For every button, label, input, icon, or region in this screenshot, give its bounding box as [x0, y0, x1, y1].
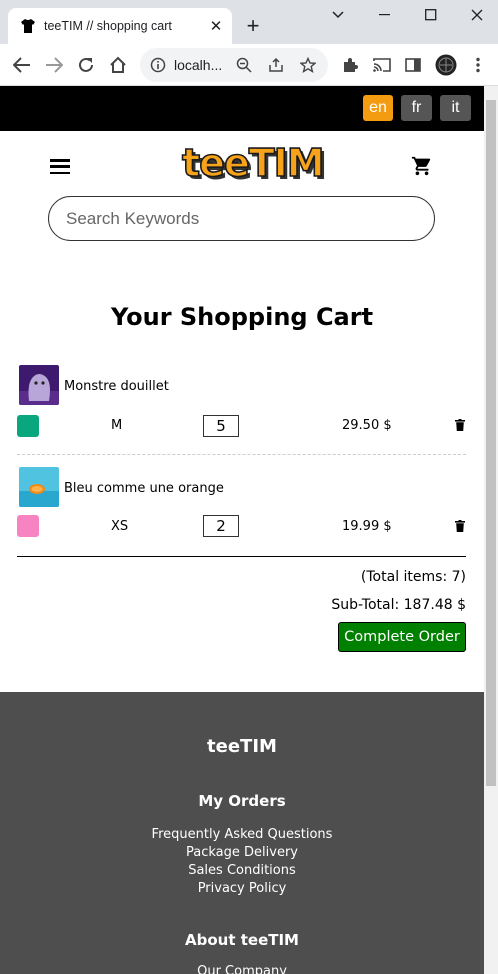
site-info-icon[interactable]: [150, 57, 166, 73]
product-size: M: [111, 418, 123, 433]
tshirt-favicon-icon: [21, 19, 35, 33]
footer-link-company[interactable]: Our Company: [0, 964, 484, 974]
zoom-out-icon[interactable]: [236, 57, 252, 73]
maximize-icon[interactable]: [408, 0, 454, 30]
cart-item: Bleu comme une orange XS 19.99 $: [17, 466, 466, 546]
subtotal: Sub-Total: 187.48 $: [331, 597, 466, 613]
tab-title: teeTIM // shopping cart: [44, 19, 172, 33]
footer-link-privacy[interactable]: Privacy Policy: [0, 881, 484, 896]
browser-tab[interactable]: teeTIM // shopping cart ✕: [8, 8, 232, 44]
forward-icon[interactable]: [42, 53, 66, 77]
quantity-input[interactable]: [203, 515, 239, 537]
color-swatch: [17, 515, 39, 537]
url-text: localh...: [174, 57, 223, 73]
item-divider: [17, 454, 466, 455]
product-price: 29.50 $: [342, 418, 392, 433]
page-title: Your Shopping Cart: [110, 303, 374, 331]
footer-brand: teeTIM: [207, 736, 277, 757]
lang-button-en[interactable]: en: [363, 95, 393, 121]
footer-link-sales-conditions[interactable]: Sales Conditions: [0, 863, 484, 878]
profile-avatar-icon[interactable]: [434, 53, 458, 77]
side-panel-icon[interactable]: [401, 53, 425, 77]
shopping-cart-icon[interactable]: [411, 155, 433, 177]
product-size: XS: [111, 519, 129, 534]
footer-link-faq[interactable]: Frequently Asked Questions: [0, 827, 484, 842]
product-name[interactable]: Monstre douillet: [64, 379, 169, 394]
cast-icon[interactable]: [370, 53, 394, 77]
tab-search-icon[interactable]: [315, 0, 361, 30]
product-name[interactable]: Bleu comme une orange: [64, 481, 224, 496]
cart-item: Monstre douillet M 29.50 $: [17, 364, 466, 444]
footer-link-delivery[interactable]: Package Delivery: [0, 845, 484, 860]
lang-button-it[interactable]: it: [440, 95, 471, 121]
minimize-icon[interactable]: [362, 0, 408, 30]
color-swatch: [17, 415, 39, 437]
bookmark-star-icon[interactable]: [300, 57, 316, 73]
site-footer: teeTIM My Orders Frequently Asked Questi…: [0, 692, 484, 974]
chrome-menu-icon[interactable]: [466, 53, 490, 77]
lang-button-fr[interactable]: fr: [401, 95, 432, 121]
summary-divider: [17, 556, 466, 557]
language-bar: en fr it: [0, 86, 484, 131]
trash-icon[interactable]: [455, 419, 465, 431]
share-icon[interactable]: [268, 57, 284, 73]
quantity-input[interactable]: [203, 415, 239, 437]
back-icon[interactable]: [10, 53, 34, 77]
close-window-icon[interactable]: [454, 0, 498, 30]
home-icon[interactable]: [106, 53, 130, 77]
total-items: (Total items: 7): [360, 569, 466, 585]
address-bar[interactable]: localh...: [140, 48, 328, 82]
site-logo[interactable]: teeTIM: [181, 140, 325, 186]
scrollbar-thumb[interactable]: [486, 100, 496, 786]
page-scrollbar[interactable]: [484, 86, 498, 974]
hamburger-menu-icon[interactable]: [50, 159, 70, 178]
complete-order-button[interactable]: Complete Order: [338, 622, 466, 652]
search-input[interactable]: [48, 196, 435, 241]
product-thumbnail[interactable]: [19, 365, 59, 405]
product-price: 19.99 $: [342, 519, 392, 534]
footer-section-title: My Orders: [198, 792, 286, 810]
reload-icon[interactable]: [74, 53, 98, 77]
browser-tab-strip: teeTIM // shopping cart ✕ +: [0, 0, 498, 44]
extensions-icon[interactable]: [338, 53, 362, 77]
new-tab-icon[interactable]: +: [240, 13, 266, 39]
close-tab-icon[interactable]: ✕: [204, 17, 228, 35]
page-viewport: en fr it teeTIM Your Shopping Cart Monst…: [0, 86, 484, 974]
trash-icon[interactable]: [455, 520, 465, 532]
product-thumbnail[interactable]: [19, 467, 59, 507]
footer-section-title: About teeTIM: [185, 931, 299, 949]
browser-toolbar: localh...: [0, 44, 498, 86]
